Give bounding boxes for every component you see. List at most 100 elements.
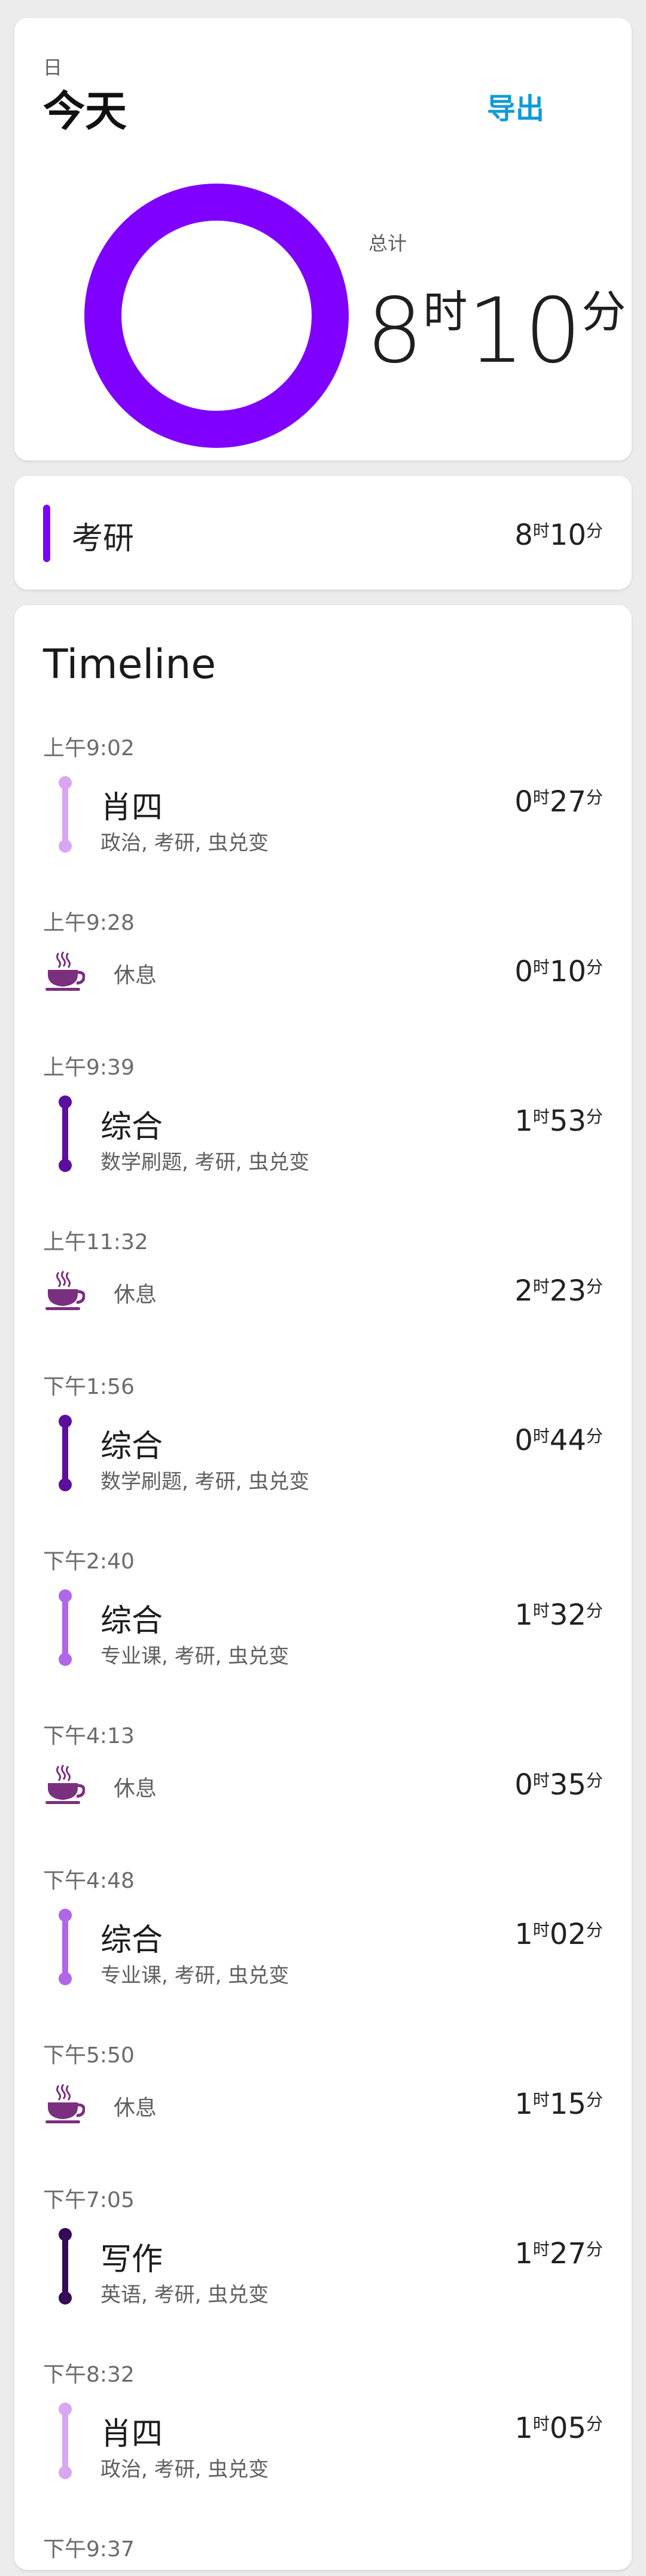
break-hours: 0 — [514, 1768, 533, 1802]
break-label: 休息 — [114, 2096, 157, 2120]
event-time-label: 下午4:13 — [43, 1724, 135, 1748]
total-hours: 8 — [366, 279, 423, 383]
event-time-label: 下午7:05 — [43, 2188, 135, 2212]
entry-hours: 0 — [514, 785, 533, 819]
timeline-entry[interactable]: 综合 数学刷题, 考研, 虫兑变 1时53分 — [43, 1092, 603, 1176]
period-label: 日 — [43, 56, 63, 79]
entry-color-pin — [56, 2403, 74, 2479]
pin-dot-bottom — [59, 2466, 72, 2479]
break-hours: 2 — [514, 1274, 533, 1308]
break-duration: 1时15分 — [514, 2087, 603, 2121]
entry-tags: 政治, 考研, 虫兑变 — [100, 831, 269, 855]
pin-stem — [62, 1421, 68, 1485]
timeline-break[interactable]: 休息 1时15分 — [43, 2080, 603, 2128]
entry-minutes: 32 — [549, 1598, 586, 1632]
timeline-break[interactable]: 休息 2时23分 — [43, 1266, 603, 1314]
timeline-break[interactable]: 休息 0时35分 — [43, 1760, 603, 1808]
entry-hours: 1 — [514, 2412, 533, 2445]
entry-hours: 0 — [514, 1424, 533, 1457]
entry-minute-unit: 分 — [586, 1426, 603, 1446]
timeline-entry[interactable]: 综合 数学刷题, 考研, 虫兑变 0时44分 — [43, 1411, 603, 1495]
entry-minutes: 44 — [549, 1424, 586, 1457]
break-hours: 1 — [514, 2087, 533, 2121]
timeline-entry[interactable]: 肖四 政治, 考研, 虫兑变 1时05分 — [43, 2399, 603, 2483]
pin-stem — [62, 1595, 68, 1660]
total-minute-unit: 分 — [581, 286, 626, 338]
entry-color-pin — [56, 1909, 74, 1985]
category-color-bar — [43, 505, 50, 562]
pin-dot-bottom — [59, 1159, 72, 1172]
entry-hour-unit: 时 — [532, 2239, 550, 2259]
donut-ring — [84, 184, 349, 448]
timeline-entry[interactable]: 写作 英语, 考研, 虫兑变 1时27分 — [43, 2224, 603, 2308]
entry-duration: 1时05分 — [514, 2411, 603, 2445]
category-card[interactable]: 考研 8时10分 — [14, 476, 632, 590]
entry-tags: 专业课, 考研, 虫兑变 — [100, 1964, 290, 1988]
entry-title: 写作 — [100, 2242, 163, 2278]
pin-stem — [62, 782, 68, 847]
break-label: 休息 — [114, 1777, 157, 1801]
entry-duration: 1时32分 — [514, 1598, 603, 1632]
event-time-label: 下午2:40 — [43, 1549, 135, 1574]
event-time-label: 上午9:28 — [43, 911, 135, 935]
period-title: 今天 — [43, 87, 127, 136]
entry-tags: 数学刷题, 考研, 虫兑变 — [100, 1470, 310, 1494]
timeline-entry[interactable]: 综合 专业课, 考研, 虫兑变 1时32分 — [43, 1586, 603, 1669]
pin-stem — [62, 2234, 68, 2299]
category-duration: 8时10分 — [514, 518, 603, 552]
coffee-cup-icon — [43, 1270, 86, 1312]
entry-title: 综合 — [100, 1922, 163, 1958]
break-minute-unit: 分 — [586, 957, 603, 977]
summary-card: 日 今天 导出 总计 8时10分 — [14, 18, 632, 460]
event-time-label: 上午11:32 — [43, 1230, 148, 1255]
break-minute-unit: 分 — [586, 1771, 603, 1790]
entry-hours: 1 — [514, 1918, 533, 1951]
pin-dot-top — [59, 2403, 72, 2416]
event-time-label: 下午4:48 — [43, 1869, 135, 1893]
entry-hour-unit: 时 — [532, 1107, 550, 1127]
entry-minutes: 53 — [549, 1104, 586, 1138]
timeline-entry[interactable]: 肖四 政治, 考研, 虫兑变 0时27分 — [43, 773, 603, 856]
pin-dot-top — [59, 2228, 72, 2241]
break-hour-unit: 时 — [532, 1771, 550, 1790]
entry-minutes: 27 — [549, 2237, 586, 2270]
break-hours: 0 — [514, 955, 533, 988]
entry-tags: 专业课, 考研, 虫兑变 — [100, 1644, 290, 1668]
event-time-label: 上午9:39 — [43, 1055, 135, 1080]
timeline-title: Timeline — [43, 641, 217, 688]
pin-dot-top — [59, 1415, 72, 1428]
coffee-cup-icon — [43, 1764, 86, 1806]
pin-stem — [62, 2409, 68, 2473]
pin-dot-top — [59, 1095, 72, 1109]
entry-minute-unit: 分 — [586, 1601, 603, 1620]
break-minutes: 10 — [549, 955, 586, 988]
break-duration: 2时23分 — [514, 1274, 603, 1308]
entry-hours: 1 — [514, 1104, 533, 1138]
entry-color-pin — [56, 1095, 74, 1172]
break-hour-unit: 时 — [532, 1277, 550, 1296]
break-duration: 0时10分 — [514, 954, 603, 988]
entry-hours: 1 — [514, 2237, 533, 2270]
entry-title: 肖四 — [100, 2416, 163, 2452]
pin-dot-top — [59, 1589, 72, 1603]
entry-minutes: 02 — [549, 1918, 586, 1951]
break-minute-unit: 分 — [586, 1277, 603, 1296]
entry-title: 综合 — [100, 1109, 163, 1145]
pin-dot-top — [59, 776, 72, 789]
category-minute-unit: 分 — [586, 521, 603, 541]
entry-color-pin — [56, 1589, 74, 1666]
entry-title: 肖四 — [100, 790, 163, 826]
total-duration: 8时10分 — [366, 276, 626, 376]
category-minutes: 10 — [549, 518, 586, 552]
entry-hour-unit: 时 — [532, 788, 550, 807]
timeline-entry[interactable]: 综合 专业课, 考研, 虫兑变 1时02分 — [43, 1905, 603, 1989]
entry-hours: 1 — [514, 1598, 533, 1632]
timeline-card: Timeline 上午9:02 肖四 政治, 考研, 虫兑变 0时27分 上午9:28 … — [14, 605, 632, 2570]
export-button[interactable]: 导出 — [487, 85, 544, 127]
pin-dot-bottom — [59, 1478, 72, 1491]
entry-hour-unit: 时 — [532, 1920, 550, 1940]
timeline-break[interactable]: 休息 0时10分 — [43, 947, 603, 995]
category-hours: 8 — [514, 518, 533, 552]
break-label: 休息 — [114, 963, 157, 988]
break-minutes: 23 — [549, 1274, 586, 1308]
